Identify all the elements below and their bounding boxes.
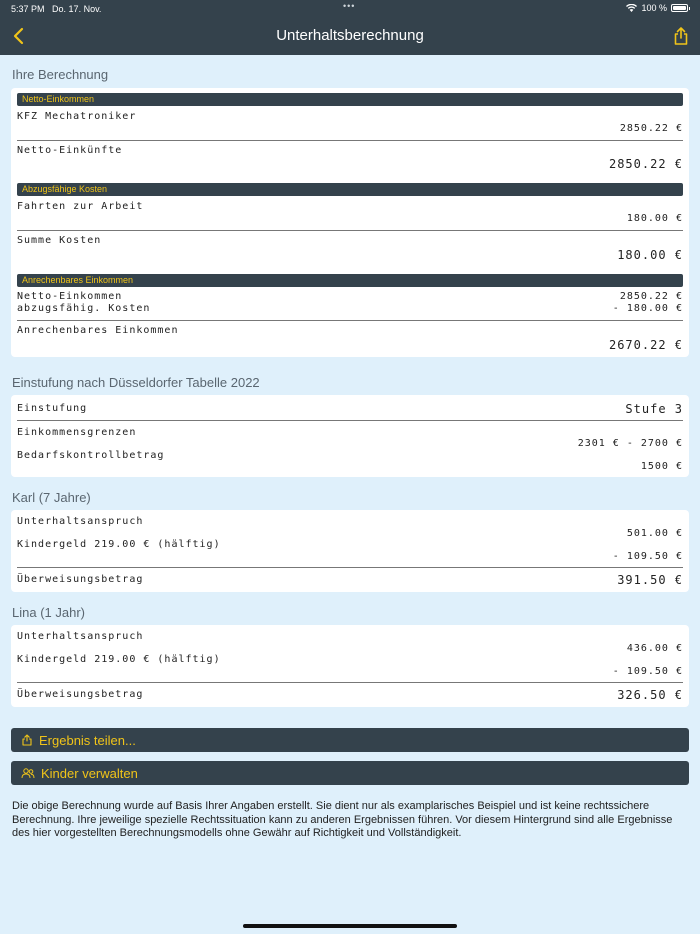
share-icon[interactable]	[671, 26, 691, 46]
deductible-costs-label: abzugsfähig. Kosten	[17, 303, 151, 314]
creditable-income-label: Anrechenbares Einkommen	[17, 325, 179, 336]
income-limits-value: 2301 € - 2700 €	[577, 438, 683, 449]
control-amount-label: Bedarfskontrollbetrag	[17, 450, 165, 461]
transfer-amount-value: 391.50 €	[617, 573, 683, 587]
maintenance-claim-label: Unterhaltsanspruch	[17, 516, 144, 527]
share-result-button[interactable]: Ergebnis teilen...	[11, 728, 689, 752]
control-amount-value: 1500 €	[640, 461, 683, 472]
separator	[17, 230, 683, 231]
separator	[17, 320, 683, 321]
classification-card: Einstufung Stufe 3 Einkommensgrenzen 230…	[11, 395, 689, 477]
transfer-amount-label: Überweisungsbetrag	[17, 574, 144, 585]
job-label: KFZ Mechatroniker	[17, 111, 137, 122]
separator	[17, 140, 683, 141]
home-indicator[interactable]	[243, 924, 457, 928]
classification-value: Stufe 3	[625, 402, 683, 416]
creditable-income-header: Anrechenbares Einkommen	[17, 274, 683, 287]
deductible-costs-value: - 180.00 €	[612, 303, 683, 314]
child-benefit-value: - 109.50 €	[612, 666, 683, 677]
disclaimer-text: Die obige Berechnung wurde auf Basis Ihr…	[12, 800, 673, 839]
status-bar: 5:37 PM Do. 17. Nov. ••• 100 %	[0, 0, 700, 18]
classification-label: Einstufung	[17, 403, 88, 414]
lina-card: Unterhaltsanspruch 436.00 € Kindergeld 2…	[11, 625, 689, 707]
status-time: 5:37 PM Do. 17. Nov.	[11, 4, 102, 14]
child-benefit-label: Kindergeld 219.00 € (hälftig)	[17, 539, 221, 550]
manage-children-label: Kinder verwalten	[41, 765, 138, 781]
maintenance-claim-label: Unterhaltsanspruch	[17, 631, 144, 642]
separator	[17, 420, 683, 421]
share-icon	[22, 734, 32, 746]
child-benefit-value: - 109.50 €	[612, 551, 683, 562]
separator	[17, 567, 683, 568]
battery-icon	[671, 4, 690, 12]
child-benefit-label: Kindergeld 219.00 € (hälftig)	[17, 654, 221, 665]
creditable-income-value: 2670.22 €	[608, 338, 683, 352]
page-title: Unterhaltsberechnung	[276, 27, 424, 44]
status-right: 100 %	[626, 3, 690, 13]
netto-income-value: 2850.22 €	[619, 291, 683, 302]
section-title-lina: Lina (1 Jahr)	[12, 605, 85, 620]
commute-value: 180.00 €	[626, 213, 683, 224]
multitasking-dots[interactable]: •••	[343, 1, 355, 11]
netto-sum-value: 2850.22 €	[608, 157, 683, 171]
costs-header: Abzugsfähige Kosten	[17, 183, 683, 196]
netto-sum-label: Netto-Einkünfte	[17, 145, 123, 156]
costs-sum-label: Summe Kosten	[17, 235, 102, 246]
maintenance-claim-value: 501.00 €	[626, 528, 683, 539]
share-result-label: Ergebnis teilen...	[39, 732, 136, 748]
people-icon	[21, 768, 35, 779]
section-title-calculation: Ihre Berechnung	[12, 67, 109, 82]
manage-children-button[interactable]: Kinder verwalten	[11, 761, 689, 785]
separator	[17, 682, 683, 683]
income-limits-label: Einkommensgrenzen	[17, 427, 137, 438]
karl-card: Unterhaltsanspruch 501.00 € Kindergeld 2…	[11, 510, 689, 592]
commute-label: Fahrten zur Arbeit	[17, 201, 144, 212]
section-title-karl: Karl (7 Jahre)	[12, 490, 91, 505]
navigation-bar: Unterhaltsberechnung	[0, 18, 700, 55]
netto-income-header: Netto-Einkommen	[17, 93, 683, 106]
costs-sum-value: 180.00 €	[617, 248, 683, 262]
transfer-amount-label: Überweisungsbetrag	[17, 689, 144, 700]
netto-income-label: Netto-Einkommen	[17, 291, 123, 302]
job-value: 2850.22 €	[619, 123, 683, 134]
battery-percent: 100 %	[641, 3, 667, 13]
transfer-amount-value: 326.50 €	[617, 688, 683, 702]
maintenance-claim-value: 436.00 €	[626, 643, 683, 654]
wifi-icon	[626, 4, 638, 12]
section-title-classification: Einstufung nach Düsseldorfer Tabelle 202…	[12, 375, 260, 390]
calculation-card: Netto-Einkommen KFZ Mechatroniker 2850.2…	[11, 88, 689, 357]
